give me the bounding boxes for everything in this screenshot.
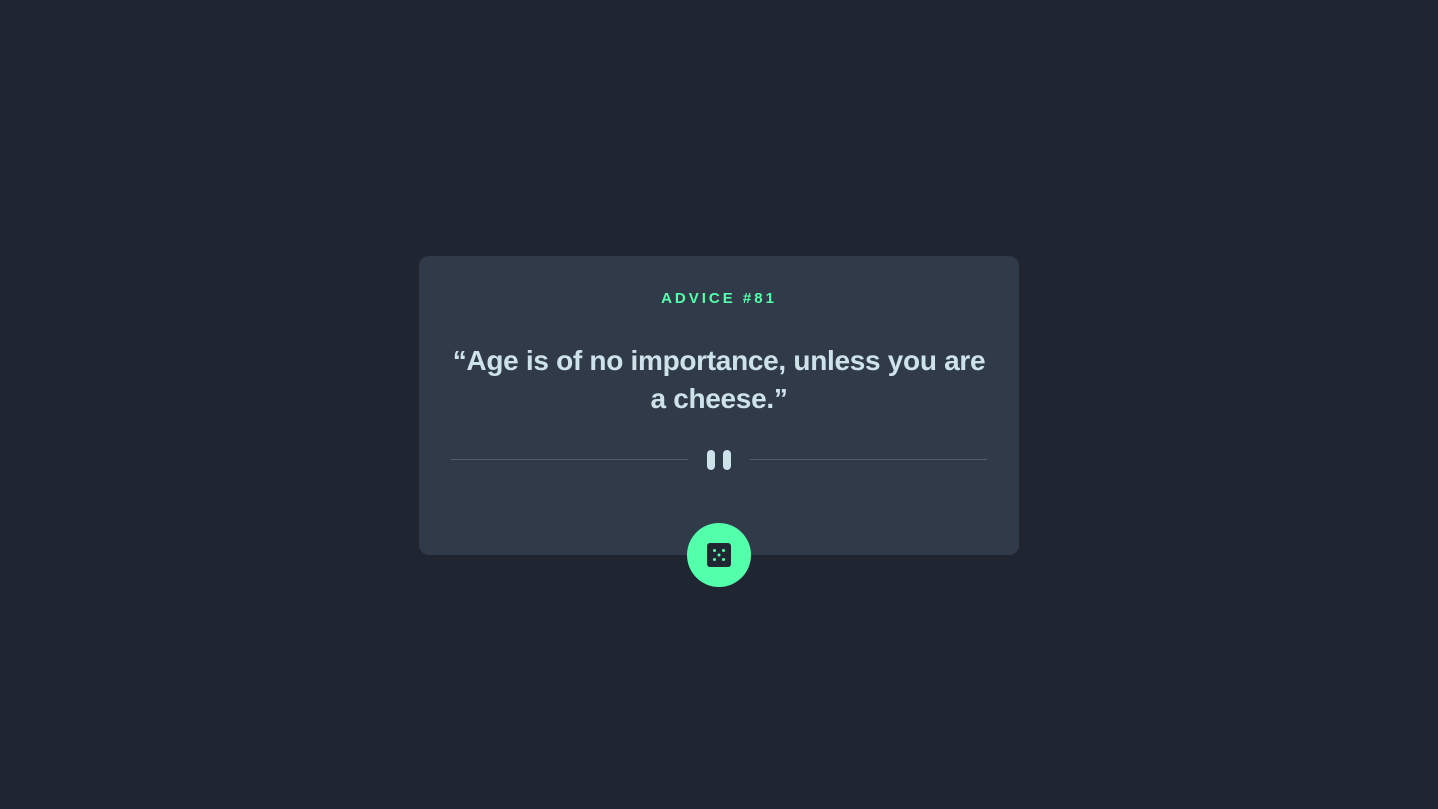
- advice-quote: “Age is of no importance, unless you are…: [452, 345, 986, 414]
- divider-line-right: [750, 459, 987, 460]
- advice-number: ADVICE #81: [661, 290, 777, 307]
- pause-icon: [707, 449, 731, 471]
- page: ADVICE #81 “Age is of no importance, unl…: [0, 0, 1438, 809]
- pause-bar-left: [707, 450, 715, 470]
- divider: [451, 449, 987, 471]
- pause-bar-right: [723, 450, 731, 470]
- dice-icon: [707, 543, 731, 567]
- generate-advice-button[interactable]: [687, 523, 751, 587]
- advice-card: ADVICE #81 “Age is of no importance, unl…: [419, 256, 1019, 555]
- divider-line-left: [451, 459, 688, 460]
